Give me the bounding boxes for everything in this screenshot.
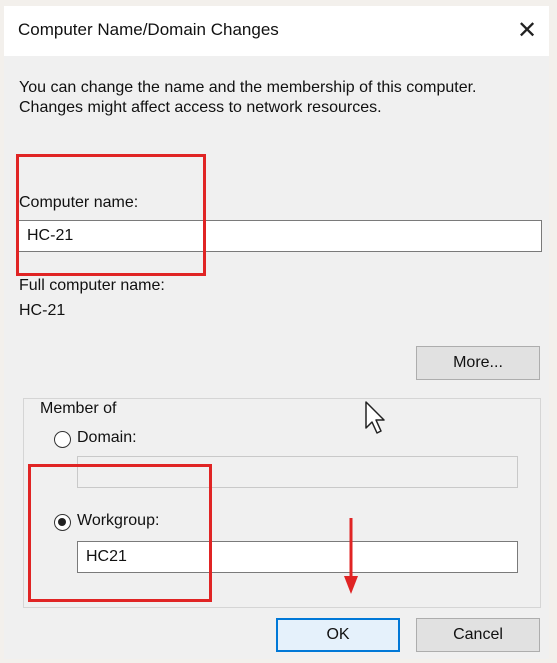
ok-button-label: OK <box>326 626 350 643</box>
mouse-cursor-icon <box>365 401 385 434</box>
title-bar: Computer Name/Domain Changes ✕ <box>4 6 549 56</box>
more-button[interactable]: More... <box>416 346 540 380</box>
domain-label[interactable]: Domain: <box>77 429 137 447</box>
annotation-highlight-computer-name <box>16 154 206 276</box>
more-button-label: More... <box>453 354 503 371</box>
full-computer-name-label: Full computer name: <box>19 277 165 294</box>
close-button[interactable]: ✕ <box>509 12 545 48</box>
description-text: You can change the name and the membersh… <box>19 79 477 116</box>
cancel-button-label: Cancel <box>453 626 503 643</box>
full-computer-name-value: HC-21 <box>19 302 66 319</box>
domain-radio[interactable] <box>54 431 71 448</box>
annotation-arrow-icon <box>344 518 358 594</box>
dialog-title: Computer Name/Domain Changes <box>18 20 279 39</box>
member-of-legend: Member of <box>36 400 121 418</box>
annotation-highlight-workgroup <box>28 464 212 602</box>
close-icon: ✕ <box>516 16 538 44</box>
cancel-button[interactable]: Cancel <box>416 618 540 652</box>
ok-button[interactable]: OK <box>276 618 400 652</box>
